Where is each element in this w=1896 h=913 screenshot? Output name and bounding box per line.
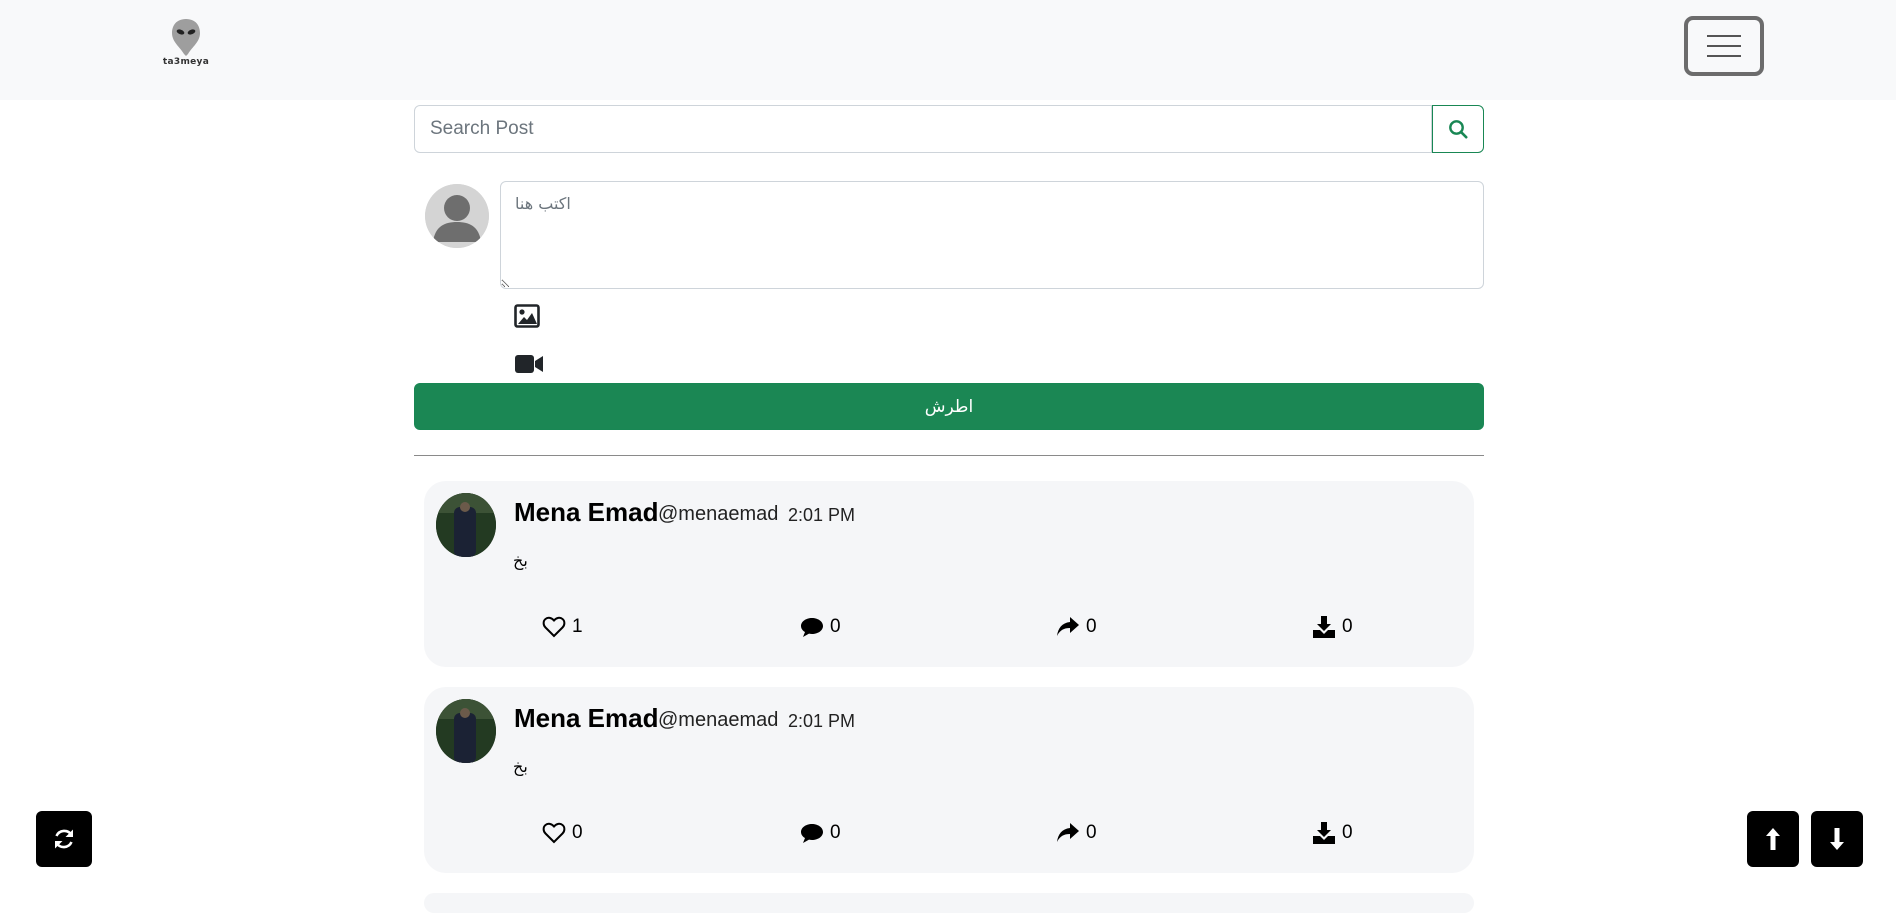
comment-button[interactable]: 0 <box>800 614 841 640</box>
post-card <box>424 893 1474 913</box>
search-icon <box>1449 120 1468 139</box>
share-icon <box>1057 823 1079 842</box>
brand-logo[interactable]: ta3meya <box>160 18 212 74</box>
alien-logo-icon <box>172 19 200 56</box>
post-content: بخ <box>513 757 528 776</box>
logo-text: ta3meya <box>162 57 210 67</box>
default-user-icon <box>425 184 489 248</box>
post-card: Mena Emad @menaemad 2:01 PM بخ 1 0 0 0 <box>424 481 1474 667</box>
hamburger-icon-line <box>1707 45 1741 47</box>
like-button[interactable]: 1 <box>542 614 583 640</box>
arrow-down-icon <box>1830 828 1844 850</box>
video-icon[interactable] <box>514 354 544 379</box>
comment-icon <box>801 618 823 637</box>
share-count: 0 <box>1086 822 1097 843</box>
post-textarea[interactable] <box>500 181 1484 289</box>
profile-photo <box>436 699 496 763</box>
post-author-name[interactable]: Mena Emad <box>514 703 659 734</box>
download-count: 0 <box>1342 616 1353 637</box>
hamburger-icon-line <box>1707 35 1741 37</box>
divider <box>414 455 1484 456</box>
scroll-down-button[interactable] <box>1811 811 1863 867</box>
like-button[interactable]: 0 <box>542 820 583 846</box>
avatar[interactable] <box>436 493 496 557</box>
hamburger-icon-line <box>1707 55 1741 57</box>
arrow-up-icon <box>1766 828 1780 850</box>
download-icon <box>1313 822 1335 844</box>
refresh-button[interactable] <box>36 811 92 867</box>
share-button[interactable]: 0 <box>1056 820 1097 846</box>
comment-button[interactable]: 0 <box>800 820 841 846</box>
refresh-icon <box>55 829 73 849</box>
composer-avatar <box>425 184 489 248</box>
comment-count: 0 <box>830 822 841 843</box>
post-author-name[interactable]: Mena Emad <box>514 497 659 528</box>
search-bar <box>414 105 1484 153</box>
image-icon[interactable] <box>514 304 540 333</box>
like-count: 0 <box>572 822 583 843</box>
scroll-up-button[interactable] <box>1747 811 1799 867</box>
download-button[interactable]: 0 <box>1312 820 1353 846</box>
post-card: Mena Emad @menaemad 2:01 PM بخ 0 0 0 0 <box>424 687 1474 873</box>
share-icon <box>1057 617 1079 636</box>
search-input[interactable] <box>414 105 1432 153</box>
post-content: بخ <box>513 551 528 570</box>
comment-count: 0 <box>830 616 841 637</box>
heart-icon <box>542 822 566 844</box>
avatar[interactable] <box>436 699 496 763</box>
navbar: ta3meya <box>0 0 1896 100</box>
post-author-handle[interactable]: @menaemad <box>658 709 778 732</box>
heart-icon <box>542 616 566 638</box>
post-timestamp: 2:01 PM <box>788 711 856 731</box>
download-icon <box>1313 616 1335 638</box>
post-timestamp: 2:01 PM <box>788 505 856 525</box>
share-button[interactable]: 0 <box>1056 614 1097 640</box>
search-button[interactable] <box>1432 105 1484 153</box>
submit-post-button[interactable]: اطرش <box>414 383 1484 430</box>
comment-icon <box>801 824 823 843</box>
download-button[interactable]: 0 <box>1312 614 1353 640</box>
download-count: 0 <box>1342 822 1353 843</box>
profile-photo <box>436 493 496 557</box>
post-author-handle[interactable]: @menaemad <box>658 503 778 526</box>
menu-toggle-button[interactable] <box>1684 16 1764 76</box>
share-count: 0 <box>1086 616 1097 637</box>
like-count: 1 <box>572 616 583 637</box>
